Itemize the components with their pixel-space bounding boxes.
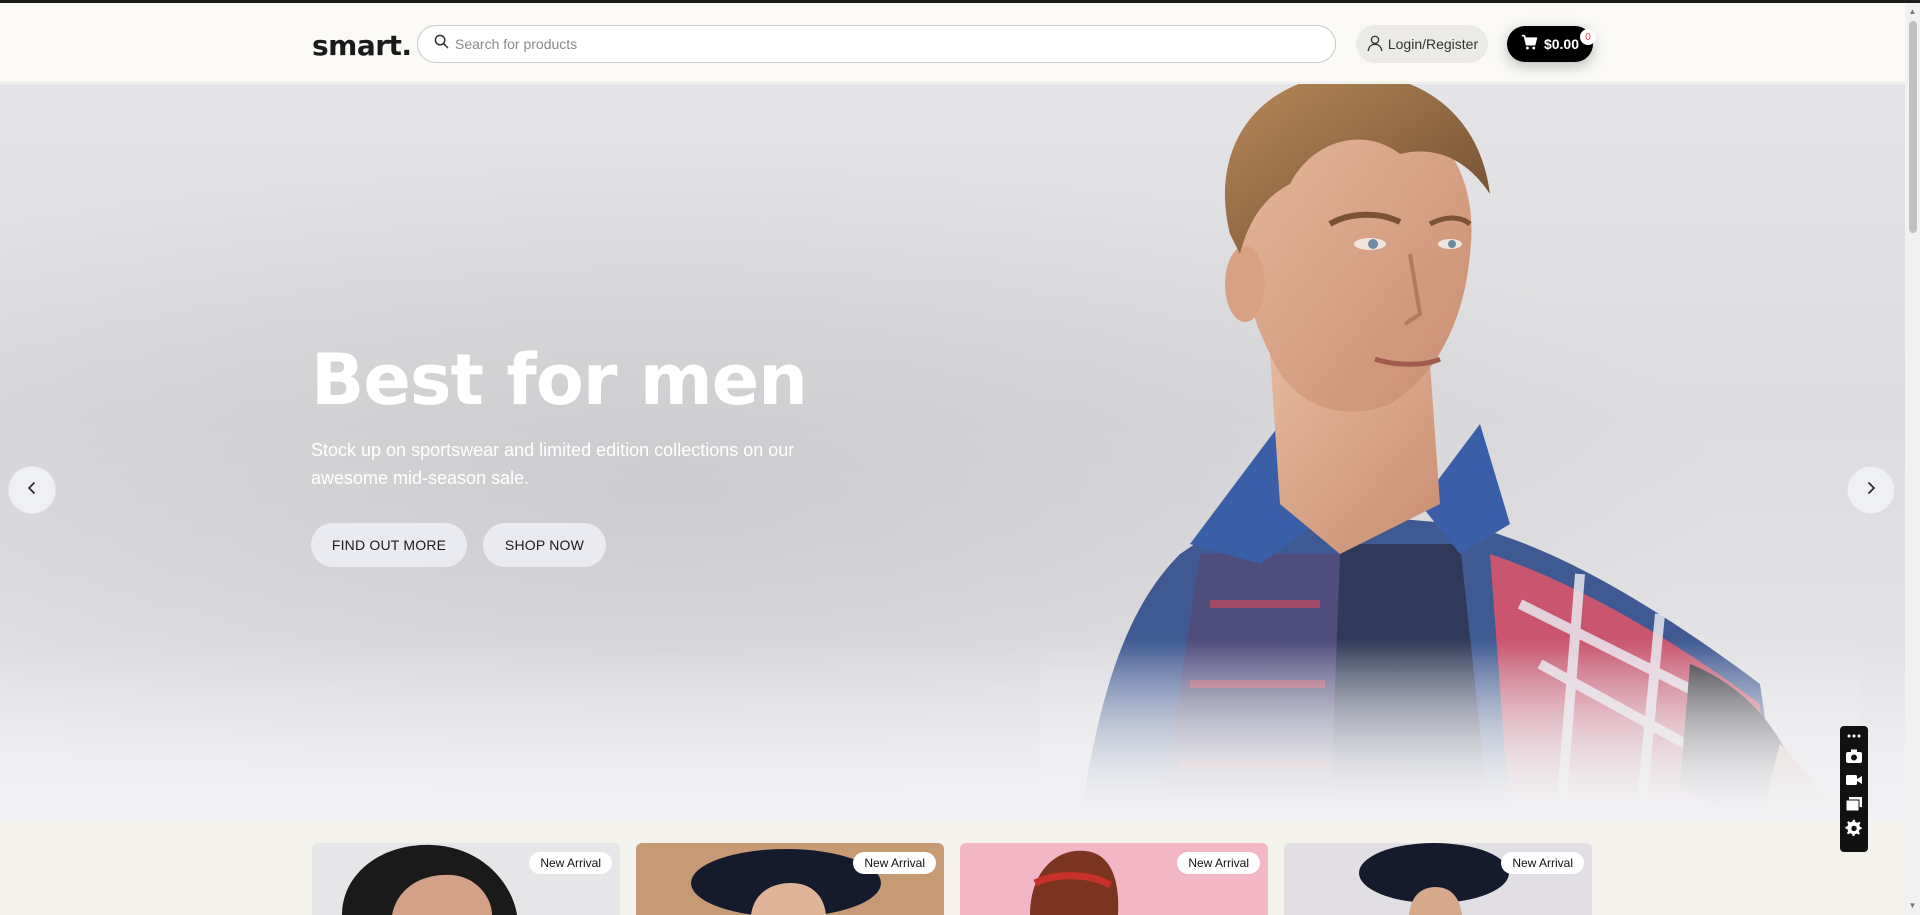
chevron-right-icon — [1864, 481, 1878, 500]
site-logo[interactable]: smart. — [312, 29, 412, 62]
new-arrival-badge: New Arrival — [853, 852, 936, 874]
page-scrollbar[interactable]: ▲ ▼ — [1905, 3, 1920, 915]
new-arrival-badge: New Arrival — [529, 852, 612, 874]
cart-count-badge: 0 — [1580, 29, 1596, 45]
product-grid-area — [0, 822, 1905, 915]
chevron-left-icon — [25, 481, 39, 500]
slider-next-button[interactable] — [1847, 466, 1895, 514]
shop-now-button[interactable]: SHOP NOW — [483, 523, 606, 567]
scrollbar-thumb[interactable] — [1909, 21, 1917, 233]
cart-total: $0.00 — [1543, 36, 1580, 52]
new-arrival-badge: New Arrival — [1501, 852, 1584, 874]
search-input[interactable] — [455, 36, 1335, 52]
gear-icon[interactable] — [1842, 816, 1866, 840]
search-icon — [434, 34, 449, 54]
screens-icon[interactable] — [1842, 792, 1866, 816]
scroll-up-icon[interactable]: ▲ — [1908, 7, 1917, 16]
video-icon[interactable] — [1842, 768, 1866, 792]
camera-icon[interactable] — [1842, 744, 1866, 768]
find-out-more-button[interactable]: FIND OUT MORE — [311, 523, 467, 567]
product-card[interactable]: New Arrival — [1284, 843, 1592, 915]
product-card[interactable]: New Arrival — [312, 843, 620, 915]
slider-prev-button[interactable] — [8, 466, 56, 514]
site-header: smart. Login/Register $0.00 0 — [0, 3, 1905, 83]
hero-title: Best for men — [311, 339, 808, 421]
hero-subtitle: Stock up on sportswear and limited editi… — [311, 440, 795, 488]
user-icon — [1366, 34, 1384, 55]
product-card[interactable]: New Arrival — [636, 843, 944, 915]
scroll-down-icon[interactable]: ▼ — [1908, 901, 1917, 910]
hero-bottom-fade — [0, 644, 1905, 822]
login-register-button[interactable]: Login/Register — [1356, 25, 1488, 63]
search-bar[interactable] — [417, 25, 1336, 63]
product-card[interactable]: New Arrival — [960, 843, 1268, 915]
more-icon[interactable] — [1842, 728, 1866, 744]
screen-tools-widget — [1840, 726, 1868, 852]
hero-slider: Best for men Stock up on sportswear and … — [0, 84, 1905, 822]
new-arrival-badge: New Arrival — [1177, 852, 1260, 874]
cart-icon — [1521, 34, 1538, 54]
cart-button[interactable]: $0.00 — [1507, 26, 1593, 62]
login-register-label: Login/Register — [1387, 36, 1479, 52]
